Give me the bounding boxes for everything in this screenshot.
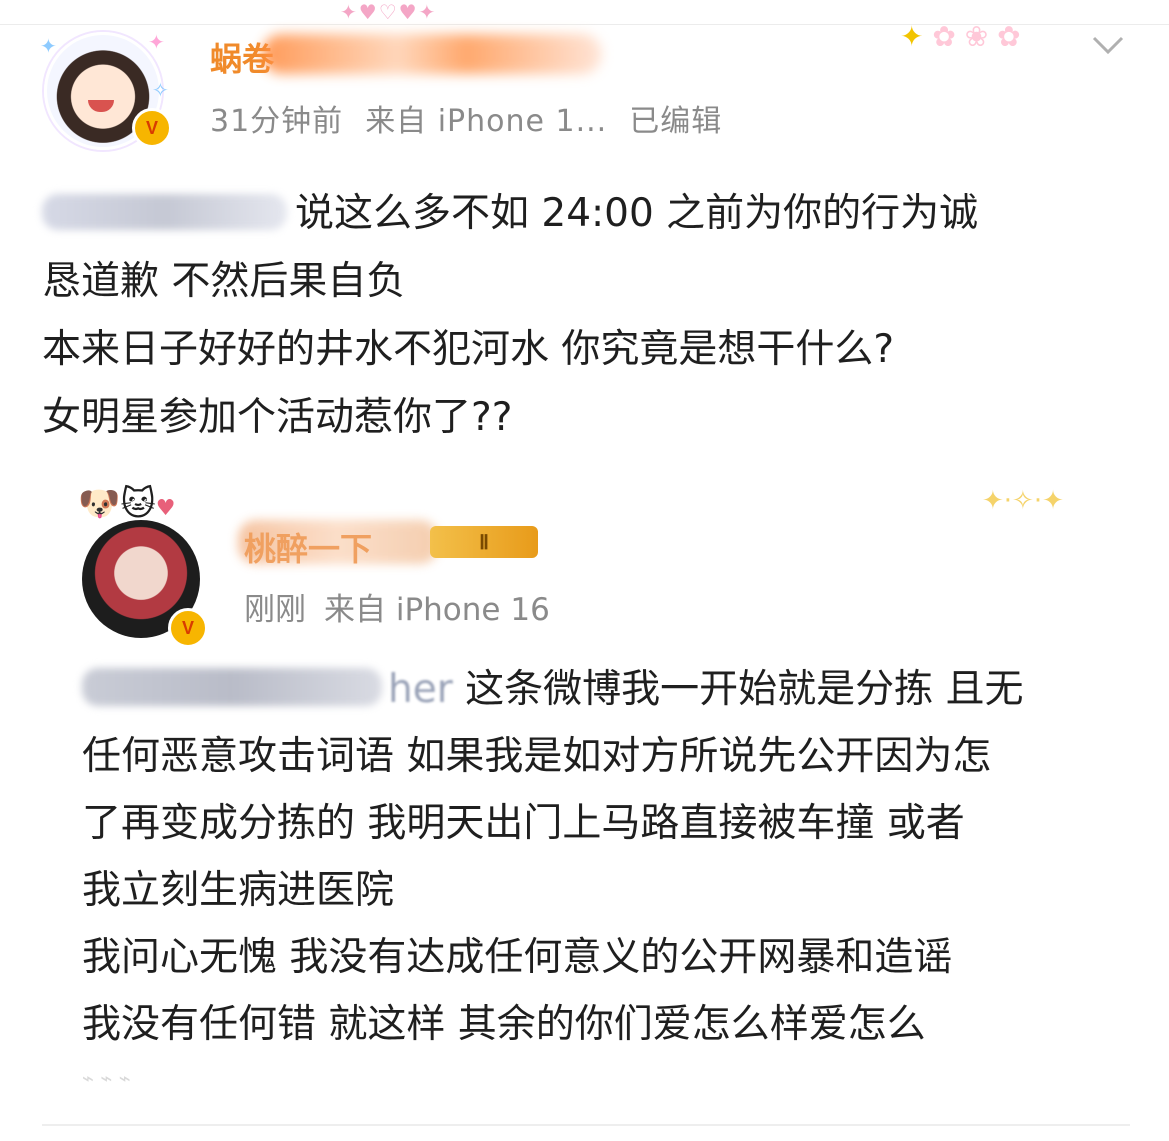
quoted-text: 这条微博我一开始就是分拣 且无 (465, 667, 1024, 712)
quoted-line-6: 我没有任何错 就这样 其余的你们爱怎么样爱怎么 (82, 1002, 926, 1047)
quoted-source[interactable]: 来自 iPhone 16 (324, 592, 550, 628)
pet-decoration-icon: 🐶🐱♥ (78, 484, 176, 524)
quoted-author-name[interactable]: 桃醉一下 (244, 524, 372, 570)
quoted-line-3: 了再变成分拣的 我明天出门上马路直接被车撞 或者 (82, 801, 965, 846)
verified-v-icon: V (132, 108, 172, 148)
star-decoration-icon: ✦ (40, 34, 57, 58)
mention-blur[interactable] (42, 194, 287, 230)
faded-footer: ⌁ ⌁ ⌁ (82, 1066, 131, 1086)
quoted-line-4: 我立刻生病进医院 (82, 868, 395, 913)
post-source[interactable]: 来自 iPhone 1... (365, 104, 607, 139)
mention-tail[interactable]: her (388, 667, 453, 712)
star-decoration-icon: ✧ (152, 78, 169, 102)
post-body: 说这么多不如 24:00 之前为你的行为诚 恳道歉 不然后果自负 本来日子好好的… (42, 180, 1132, 452)
verified-v-icon: V (168, 608, 208, 648)
quoted-post[interactable]: 🐶🐱♥ V 桃醉一下 Ⅱ 刚刚 来自 iPhone 16 ✦·✧·✦ her 这条… (42, 466, 1130, 1086)
post-line-4: 女明星参加个活动惹你了?? (42, 395, 513, 440)
post-line-3: 本来日子好好的井水不犯河水 你究竟是想干什么? (42, 327, 895, 372)
chevron-down-icon[interactable] (1090, 30, 1126, 60)
post-time: 31分钟前 (210, 104, 344, 139)
post-line-2: 恳道歉 不然后果自负 (42, 259, 406, 304)
author-avatar[interactable]: ✦ ✦ ✧ V (40, 28, 172, 150)
quoted-line-2: 任何恶意攻击词语 如果我是如对方所说先公开因为怎 (82, 734, 992, 779)
post-text: 说这么多不如 24:00 之前为你的行为诚 (295, 191, 979, 236)
card-decoration-icon: ✦ ✿ ❀ ✿ (900, 20, 1021, 53)
edited-label[interactable]: 已编辑 (629, 104, 722, 139)
quoted-body: her 这条微博我一开始就是分拣 且无 任何恶意攻击词语 如果我是如对方所说先公… (82, 656, 1130, 1058)
quoted-time: 刚刚 (244, 592, 306, 628)
mention-blur[interactable] (82, 668, 382, 706)
author-name-blur (262, 34, 602, 74)
quoted-line-1: her 这条微博我一开始就是分拣 且无 (82, 656, 1130, 723)
quoted-author-avatar[interactable]: 🐶🐱♥ V (78, 484, 248, 648)
star-decoration-icon: ✦ (148, 30, 165, 54)
quoted-meta: 刚刚 来自 iPhone 16 (244, 584, 568, 629)
bottom-divider (42, 1124, 1130, 1126)
post-meta: 31分钟前 来自 iPhone 1... 已编辑 (210, 96, 744, 140)
card-decoration-icon: ✦·✧·✦ (982, 486, 1064, 516)
post-line-1: 说这么多不如 24:00 之前为你的行为诚 (42, 180, 1132, 248)
hearts-decoration-icon: ✦♥♡♥✦ (340, 0, 438, 24)
level-badge: Ⅱ (430, 526, 538, 558)
quoted-line-5: 我问心无愧 我没有达成任何意义的公开网暴和造谣 (82, 935, 953, 980)
